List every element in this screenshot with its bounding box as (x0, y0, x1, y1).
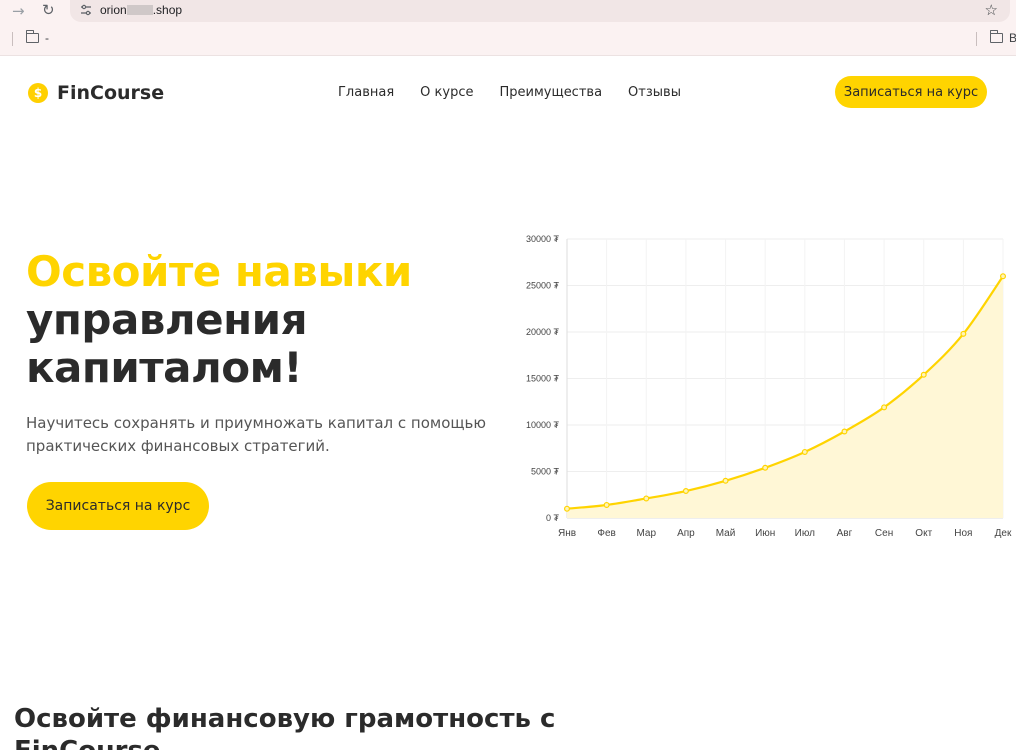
x-tick-label: Июл (795, 528, 815, 539)
data-point (643, 495, 650, 502)
hero-title: Освойте навыки управления капиталом! (26, 248, 486, 392)
x-tick-label: Май (716, 528, 736, 539)
nav-link-home[interactable]: Главная (338, 85, 394, 100)
url-prefix: orion (100, 3, 127, 17)
data-point (563, 505, 570, 512)
growth-chart: 0 ₮ 5000 ₮ 10000 ₮ 15000 ₮ 20000 ₮ 25000 ₮ 300… (526, 234, 1012, 539)
x-tick-label: Окт (915, 528, 932, 539)
x-tick-label: Авг (837, 528, 853, 539)
url-redaction (126, 5, 153, 15)
hero-enroll-button[interactable]: Записаться на курс (27, 482, 209, 530)
url-text: orion .shop (100, 3, 182, 17)
section-title: Освойте финансовую грамотность с FinCour… (14, 704, 556, 750)
data-point (881, 404, 888, 411)
hero-subtitle: Научитесь сохранять и приумножать капита… (26, 414, 486, 455)
bookmark-separator (12, 32, 13, 46)
bookmarks-bar: - Вс (0, 28, 1016, 52)
logo[interactable]: $ FinCourse (28, 82, 164, 104)
hero-title-accent: Освойте навыки (26, 247, 412, 296)
browser-chrome: → ↻ orion .shop ☆ - Вс (0, 0, 1016, 56)
x-tick-label: Мар (636, 528, 656, 539)
x-tick-label: Дек (995, 528, 1012, 539)
bookmark-folder[interactable]: - (25, 30, 49, 45)
area-fill (567, 276, 1003, 518)
x-tick-label: Сен (875, 528, 893, 539)
folder-icon (25, 30, 39, 43)
main-nav: Главная О курсе Преимущества Отзывы (338, 85, 681, 100)
bookmark-label: - (45, 31, 49, 45)
nav-link-about[interactable]: О курсе (420, 85, 473, 100)
data-point (801, 448, 808, 455)
bookmark-label: Вс (1009, 31, 1016, 45)
data-point (1000, 273, 1007, 280)
site-settings-icon[interactable] (80, 4, 92, 16)
data-point (762, 464, 769, 471)
forward-arrow-icon[interactable]: → (12, 2, 25, 20)
url-suffix: .shop (152, 3, 183, 17)
y-tick-label: 30000 ₮ (526, 234, 560, 244)
bookmark-separator (976, 32, 977, 46)
x-tick-label: Ноя (954, 528, 972, 539)
logo-text: FinCourse (57, 82, 165, 104)
address-bar[interactable]: orion .shop ☆ (70, 0, 1010, 22)
y-tick-label: 5000 ₮ (531, 467, 560, 477)
hero-title-line-2: управления (26, 295, 308, 344)
data-point (722, 477, 729, 484)
bookmark-folder-all[interactable]: Вс (989, 30, 1016, 45)
site-header: $ FinCourse Главная О курсе Преимущества… (0, 56, 1016, 130)
data-point (920, 371, 927, 378)
data-point (603, 501, 610, 508)
folder-icon (989, 30, 1003, 43)
data-point (960, 330, 967, 337)
y-tick-label: 10000 ₮ (526, 420, 560, 430)
y-tick-label: 15000 ₮ (526, 374, 560, 384)
y-tick-label: 20000 ₮ (526, 327, 560, 337)
nav-link-reviews[interactable]: Отзывы (628, 85, 681, 100)
header-enroll-button[interactable]: Записаться на курс (835, 76, 987, 108)
y-tick-label: 0 ₮ (546, 513, 560, 523)
y-tick-label: 25000 ₮ (526, 281, 560, 291)
x-tick-label: Фев (597, 528, 615, 539)
bookmark-star-icon[interactable]: ☆ (985, 1, 998, 19)
data-point (841, 428, 848, 435)
x-tick-label: Июн (755, 528, 775, 539)
reload-icon[interactable]: ↻ (42, 1, 55, 19)
data-point (682, 488, 689, 495)
x-tick-label: Янв (558, 528, 576, 539)
x-tick-label: Апр (677, 528, 695, 539)
hero-title-line-3: капиталом! (26, 343, 303, 392)
nav-link-benefits[interactable]: Преимущества (499, 85, 602, 100)
dollar-coin-icon: $ (28, 83, 48, 103)
